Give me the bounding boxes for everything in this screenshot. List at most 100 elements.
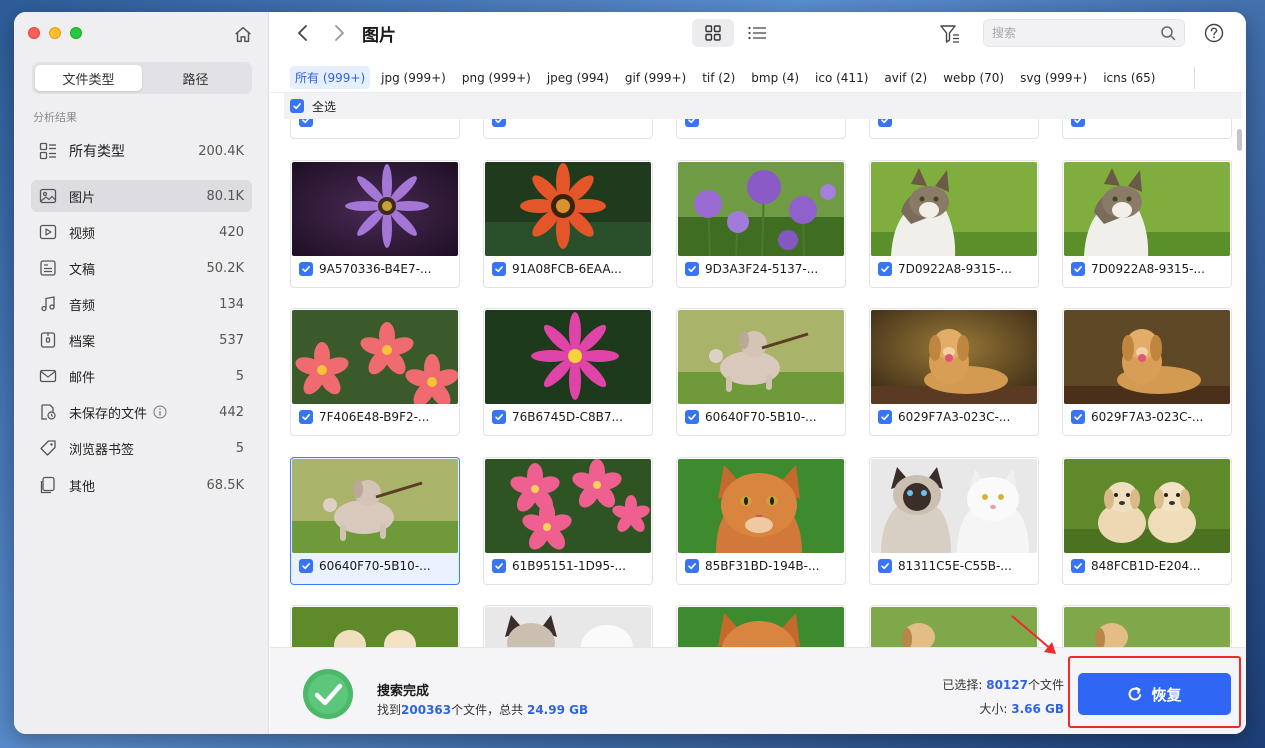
filter-chip-ico[interactable]: ico (411) bbox=[810, 68, 873, 88]
grid-icon bbox=[705, 25, 721, 41]
file-card-partial[interactable] bbox=[483, 605, 653, 647]
chevron-left-icon[interactable] bbox=[294, 22, 312, 44]
file-card-meta: 60640F70-5B10-... bbox=[299, 559, 431, 573]
file-card-partial[interactable] bbox=[290, 605, 460, 647]
select-all-checkbox[interactable] bbox=[290, 99, 304, 113]
checkmark-icon bbox=[293, 103, 301, 110]
file-card[interactable]: 9A570336-B4E7-... bbox=[290, 160, 460, 288]
file-checkbox[interactable] bbox=[878, 559, 892, 573]
sidebar-item-count: 420 bbox=[219, 224, 244, 240]
file-checkbox[interactable] bbox=[492, 410, 506, 424]
sidebar-item-bookmarks[interactable]: 浏览器书签 5 bbox=[31, 432, 252, 464]
sidebar-item-videos[interactable]: 视频 420 bbox=[31, 216, 252, 248]
file-card[interactable]: 7F406E48-B9F2-... bbox=[290, 308, 460, 436]
section-label: 分析结果 bbox=[33, 111, 77, 124]
help-icon[interactable] bbox=[1203, 22, 1225, 44]
file-card-meta: 7D0922A8-9315-... bbox=[1071, 262, 1205, 276]
sidebar-item-mail[interactable]: 邮件 5 bbox=[31, 360, 252, 392]
sidebar-item-archives[interactable]: 档案 537 bbox=[31, 324, 252, 356]
file-checkbox[interactable] bbox=[878, 410, 892, 424]
file-checkbox[interactable] bbox=[299, 410, 313, 424]
close-window-button[interactable] bbox=[28, 27, 40, 39]
file-checkbox[interactable] bbox=[685, 410, 699, 424]
file-card-partial[interactable] bbox=[290, 119, 460, 139]
filter-icon[interactable] bbox=[938, 22, 962, 46]
sidebar-item-unsaved-files[interactable]: 未保存的文件 442 bbox=[31, 396, 252, 428]
image-thumbnail bbox=[292, 162, 458, 256]
file-card[interactable]: 61B95151-1D95-... bbox=[483, 457, 653, 585]
home-icon[interactable] bbox=[232, 24, 254, 46]
file-checkbox[interactable] bbox=[685, 559, 699, 573]
file-card-partial[interactable] bbox=[676, 119, 846, 139]
filter-chip-webp[interactable]: webp (70) bbox=[938, 68, 1009, 88]
tab-file-type[interactable]: 文件类型 bbox=[35, 65, 142, 91]
file-checkbox[interactable] bbox=[685, 119, 699, 127]
sidebar-item-documents[interactable]: 文稿 50.2K bbox=[31, 252, 252, 284]
file-card[interactable]: 7D0922A8-9315-... bbox=[1062, 160, 1232, 288]
file-card[interactable]: 6029F7A3-023C-... bbox=[1062, 308, 1232, 436]
image-thumbnail bbox=[485, 459, 651, 553]
filter-chip-all[interactable]: 所有 (999+) bbox=[290, 66, 371, 89]
file-name: 7D0922A8-9315-... bbox=[1091, 262, 1205, 276]
file-card[interactable]: 60640F70-5B10-... bbox=[676, 308, 846, 436]
file-card-partial[interactable] bbox=[1062, 605, 1232, 647]
file-checkbox[interactable] bbox=[1071, 559, 1085, 573]
file-card[interactable]: 91A08FCB-6EAA... bbox=[483, 160, 653, 288]
filter-chip-avif[interactable]: avif (2) bbox=[879, 68, 932, 88]
file-card-selected[interactable]: 60640F70-5B10-... bbox=[290, 457, 460, 585]
file-card[interactable]: 9D3A3F24-5137-... bbox=[676, 160, 846, 288]
search-box bbox=[983, 19, 1185, 47]
file-checkbox[interactable] bbox=[1071, 119, 1085, 127]
sidebar-item-audio[interactable]: 音频 134 bbox=[31, 288, 252, 320]
list-view-button[interactable] bbox=[742, 19, 772, 47]
file-checkbox[interactable] bbox=[492, 262, 506, 276]
file-checkbox[interactable] bbox=[1071, 262, 1085, 276]
info-icon[interactable] bbox=[153, 405, 167, 419]
file-card-partial[interactable] bbox=[869, 605, 1039, 647]
file-checkbox[interactable] bbox=[878, 119, 892, 127]
file-card[interactable]: 81311C5E-C55B-... bbox=[869, 457, 1039, 585]
image-thumbnail bbox=[871, 162, 1037, 256]
minimize-window-button[interactable] bbox=[49, 27, 61, 39]
filter-chip-svg[interactable]: svg (999+) bbox=[1015, 68, 1092, 88]
file-checkbox[interactable] bbox=[1071, 410, 1085, 424]
file-card-partial[interactable] bbox=[869, 119, 1039, 139]
file-card[interactable]: 6029F7A3-023C-... bbox=[869, 308, 1039, 436]
recover-button[interactable]: 恢复 bbox=[1078, 673, 1231, 715]
chevron-right-icon[interactable] bbox=[330, 22, 348, 44]
filter-chip-gif[interactable]: gif (999+) bbox=[620, 68, 691, 88]
search-input[interactable] bbox=[984, 20, 1149, 46]
filter-chip-jpg[interactable]: jpg (999+) bbox=[376, 68, 451, 88]
file-checkbox[interactable] bbox=[878, 262, 892, 276]
sidebar-item-label: 所有类型 bbox=[69, 144, 125, 160]
file-card-partial[interactable] bbox=[1062, 119, 1232, 139]
filter-chip-jpeg[interactable]: jpeg (994) bbox=[542, 68, 614, 88]
image-thumbnail bbox=[1064, 607, 1230, 647]
sidebar-item-all-types[interactable]: 所有类型 200.4K bbox=[31, 135, 252, 167]
grid-view-button[interactable] bbox=[692, 19, 734, 47]
filter-chip-tif[interactable]: tif (2) bbox=[697, 68, 740, 88]
zoom-window-button[interactable] bbox=[70, 27, 82, 39]
file-checkbox[interactable] bbox=[299, 119, 313, 127]
file-checkbox[interactable] bbox=[299, 262, 313, 276]
file-card[interactable]: 76B6745D-C8B7... bbox=[483, 308, 653, 436]
filter-chip-png[interactable]: png (999+) bbox=[457, 68, 536, 88]
file-card[interactable]: 848FCB1D-E204... bbox=[1062, 457, 1232, 585]
file-checkbox[interactable] bbox=[492, 119, 506, 127]
sidebar-item-count: 80.1K bbox=[206, 188, 244, 204]
file-card-partial[interactable] bbox=[676, 605, 846, 647]
filter-chip-bmp[interactable]: bmp (4) bbox=[746, 68, 804, 88]
file-checkbox[interactable] bbox=[299, 559, 313, 573]
file-card-partial[interactable] bbox=[483, 119, 653, 139]
file-card[interactable]: 7D0922A8-9315-... bbox=[869, 160, 1039, 288]
filter-chip-icns[interactable]: icns (65) bbox=[1098, 68, 1160, 88]
tab-path[interactable]: 路径 bbox=[142, 65, 249, 91]
file-checkbox[interactable] bbox=[492, 559, 506, 573]
file-card[interactable]: 85BF31BD-194B-... bbox=[676, 457, 846, 585]
sidebar-item-other[interactable]: 其他 68.5K bbox=[31, 469, 252, 501]
file-checkbox[interactable] bbox=[685, 262, 699, 276]
sidebar-item-images[interactable]: 图片 80.1K bbox=[31, 180, 252, 212]
sidebar-item-count: 537 bbox=[219, 332, 244, 348]
scrollbar-thumb[interactable] bbox=[1237, 129, 1242, 151]
search-icon[interactable] bbox=[1160, 25, 1176, 41]
